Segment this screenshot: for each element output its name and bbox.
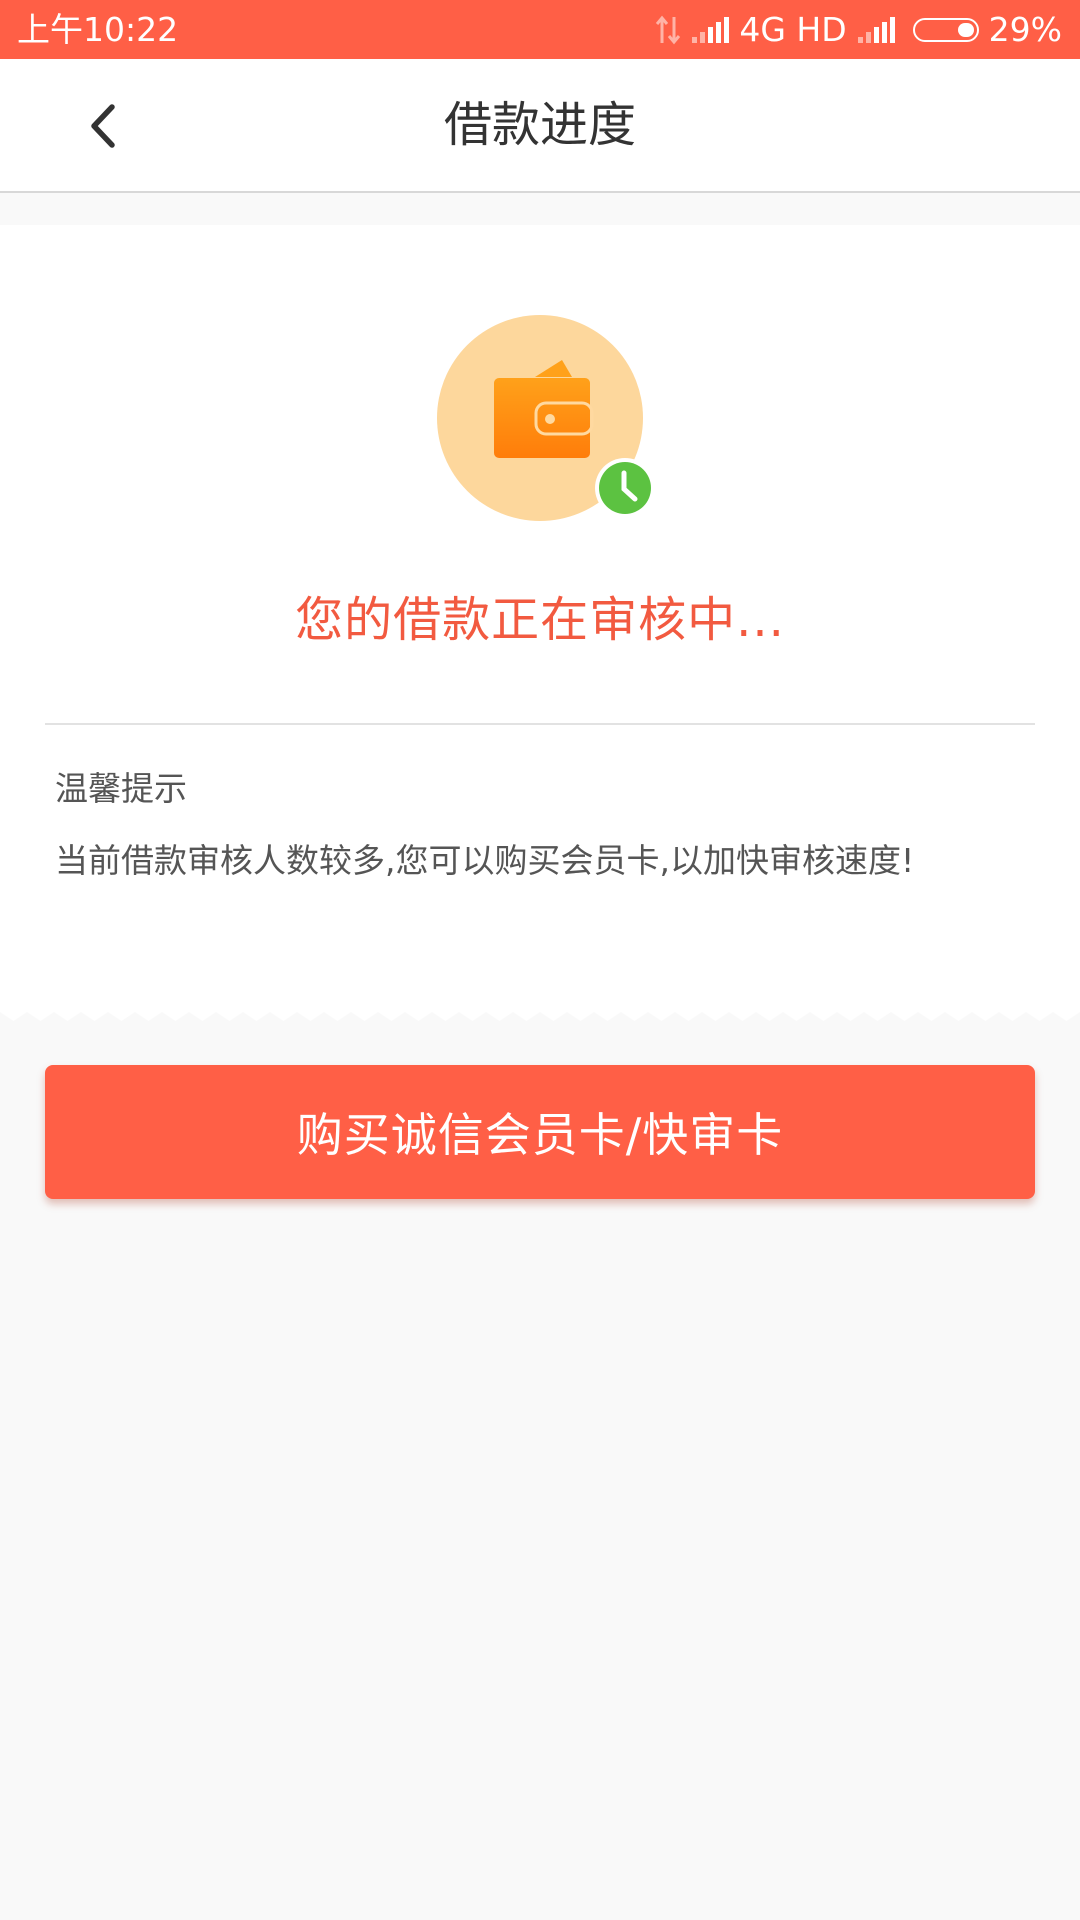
signal-icon [692, 16, 730, 43]
tips-text: 当前借款审核人数较多,您可以购买会员卡,以加快审核速度! [55, 841, 915, 880]
signal-icon-secondary [857, 16, 895, 43]
clock-icon [595, 458, 655, 518]
status-message: 您的借款正在审核中... [295, 592, 785, 648]
status-time: 上午10:22 [17, 10, 179, 49]
status-bar: 上午10:22 4G HD 29% [0, 0, 1080, 59]
nav-bar: 借款进度 [0, 59, 1080, 193]
page-title: 借款进度 [443, 97, 636, 153]
buy-membership-button[interactable]: 购买诚信会员卡/快审卡 [45, 1065, 1035, 1199]
zigzag-edge [0, 1000, 1080, 1021]
divider [45, 723, 1035, 725]
tips-title: 温馨提示 [55, 769, 187, 808]
wallet-icon [437, 315, 655, 521]
network-type: 4G HD [739, 10, 847, 49]
battery-icon [912, 17, 979, 42]
battery-percent: 29% [988, 10, 1062, 49]
data-transfer-icon [656, 15, 681, 44]
status-indicators: 4G HD 29% [655, 0, 1062, 59]
